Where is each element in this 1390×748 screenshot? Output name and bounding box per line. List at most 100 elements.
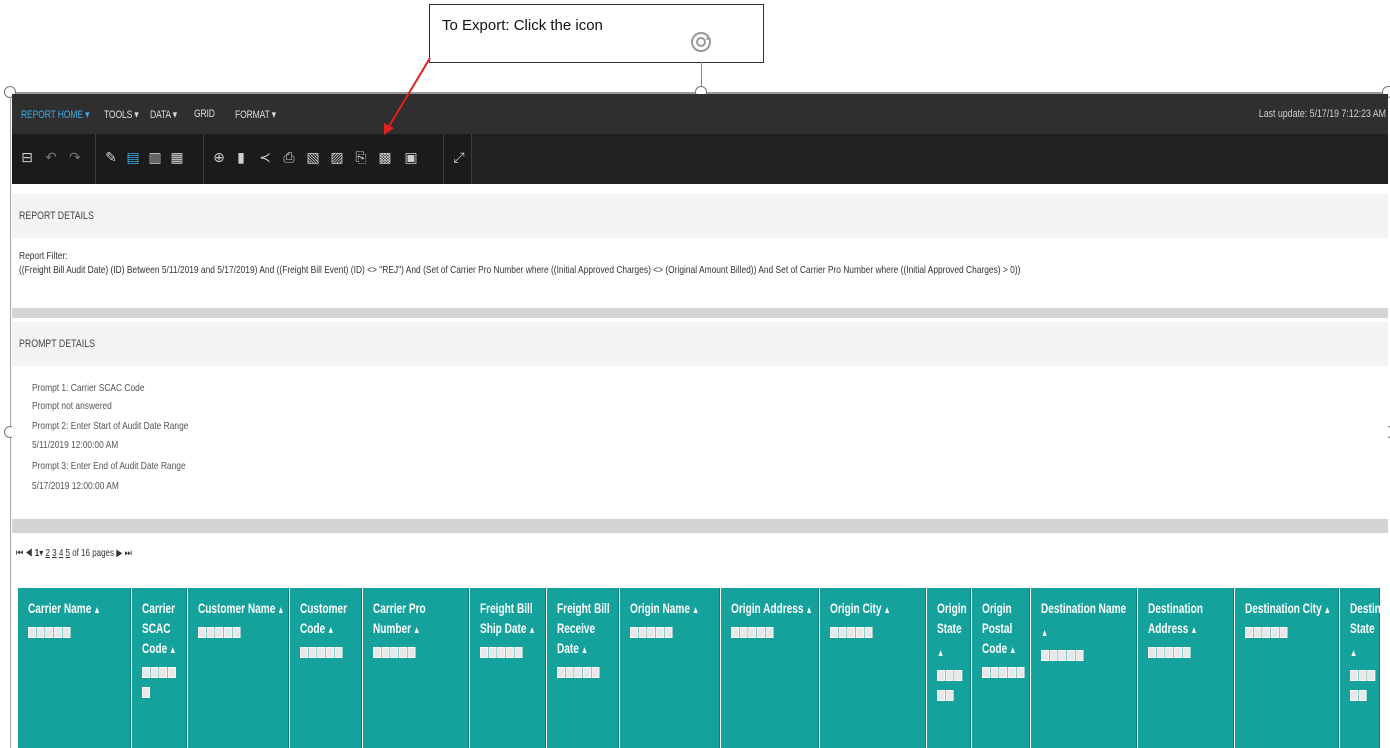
pivot-icon[interactable] bbox=[655, 626, 664, 638]
move-right-icon[interactable] bbox=[1367, 669, 1376, 681]
prompt-details-header[interactable]: PROMPT DETAILS bbox=[12, 322, 1388, 366]
filter-icon[interactable] bbox=[198, 626, 206, 638]
column-header[interactable]: Freight Bill Receive Date ▲ bbox=[547, 588, 619, 748]
pivot-icon[interactable] bbox=[756, 626, 765, 638]
sort-icon[interactable]: ▲ bbox=[411, 625, 420, 636]
sort-icon[interactable]: ▲ bbox=[325, 625, 334, 636]
column-header[interactable]: Customer Name ▲ bbox=[188, 588, 289, 748]
sort-icon[interactable]: ▲ bbox=[690, 605, 699, 616]
move-left-icon[interactable] bbox=[1049, 649, 1058, 661]
sort-icon[interactable]: ▲ bbox=[167, 645, 176, 656]
chart-view-icon[interactable]: ▥ bbox=[148, 149, 162, 167]
remove-icon[interactable] bbox=[62, 626, 71, 638]
first-page-icon[interactable]: ⏮ bbox=[16, 548, 23, 559]
grid-view-icon[interactable]: ▤ bbox=[126, 149, 140, 167]
move-right-icon[interactable] bbox=[45, 626, 54, 638]
column-header[interactable]: Destination Name ▲ bbox=[1031, 588, 1137, 748]
filter-icon[interactable] bbox=[1350, 669, 1358, 681]
column-header[interactable]: Freight Bill Ship Date ▲ bbox=[470, 588, 546, 748]
current-page[interactable]: 1 bbox=[35, 548, 39, 559]
remove-icon[interactable] bbox=[1358, 689, 1367, 701]
move-right-icon[interactable] bbox=[497, 646, 506, 658]
sort-icon[interactable]: ▲ bbox=[579, 645, 588, 656]
filter-icon[interactable] bbox=[731, 626, 739, 638]
pivot-icon[interactable] bbox=[53, 626, 62, 638]
remove-icon[interactable] bbox=[1075, 649, 1084, 661]
menu-format[interactable]: FORMAT ▾ bbox=[235, 108, 276, 121]
move-right-icon[interactable] bbox=[1262, 626, 1271, 638]
sort-icon[interactable]: ▲ bbox=[803, 605, 812, 616]
column-header[interactable]: Destination State ▲ bbox=[1340, 588, 1388, 748]
column-header[interactable]: Carrier SCAC Code ▲ bbox=[132, 588, 187, 748]
page-link[interactable]: 2 bbox=[45, 548, 49, 559]
remove-icon[interactable] bbox=[232, 626, 241, 638]
move-left-icon[interactable] bbox=[838, 626, 847, 638]
move-right-icon[interactable] bbox=[215, 626, 224, 638]
remove-icon[interactable] bbox=[514, 646, 523, 658]
move-right-icon[interactable] bbox=[390, 646, 399, 658]
sort-icon[interactable]: ▲ bbox=[1041, 628, 1048, 639]
move-left-icon[interactable] bbox=[381, 646, 390, 658]
filter-icon[interactable] bbox=[28, 626, 36, 638]
filter-icon[interactable] bbox=[480, 646, 488, 658]
move-left-icon[interactable] bbox=[308, 646, 317, 658]
filter-icon[interactable] bbox=[1245, 626, 1253, 638]
sort-icon[interactable]: ▲ bbox=[937, 648, 944, 659]
bookmark-icon[interactable]: ▮ bbox=[234, 149, 248, 167]
export-html-icon[interactable]: ▣ bbox=[404, 149, 418, 167]
pivot-icon[interactable] bbox=[1066, 649, 1075, 661]
remove-icon[interactable] bbox=[1279, 626, 1288, 638]
filter-icon[interactable] bbox=[830, 626, 838, 638]
print-icon[interactable]: ⎙ bbox=[282, 149, 296, 167]
sort-icon[interactable]: ▲ bbox=[526, 625, 535, 636]
remove-icon[interactable] bbox=[1016, 666, 1025, 678]
sort-icon[interactable]: ▲ bbox=[275, 605, 284, 616]
filter-icon[interactable] bbox=[630, 626, 638, 638]
move-left-icon[interactable] bbox=[206, 626, 215, 638]
move-left-icon[interactable] bbox=[638, 626, 647, 638]
remove-icon[interactable] bbox=[1182, 646, 1191, 658]
sort-icon[interactable]: ▲ bbox=[882, 605, 891, 616]
pivot-icon[interactable] bbox=[1350, 689, 1358, 701]
add-data-icon[interactable]: ⊕ bbox=[212, 149, 226, 167]
column-header[interactable]: Carrier Name ▲ bbox=[18, 588, 131, 748]
pivot-icon[interactable] bbox=[1173, 646, 1182, 658]
column-header[interactable]: Origin Postal Code ▲ bbox=[972, 588, 1030, 748]
move-right-icon[interactable] bbox=[847, 626, 856, 638]
filter-icon[interactable] bbox=[1041, 649, 1049, 661]
remove-icon[interactable] bbox=[142, 686, 150, 698]
page-link[interactable]: 4 bbox=[59, 548, 63, 559]
move-left-icon[interactable] bbox=[990, 666, 999, 678]
page-link[interactable]: 5 bbox=[66, 548, 70, 559]
move-right-icon[interactable] bbox=[647, 626, 656, 638]
move-left-icon[interactable] bbox=[565, 666, 574, 678]
sort-icon[interactable]: ▲ bbox=[91, 605, 100, 616]
remove-icon[interactable] bbox=[765, 626, 774, 638]
move-right-icon[interactable] bbox=[1058, 649, 1067, 661]
move-right-icon[interactable] bbox=[317, 646, 326, 658]
move-left-icon[interactable] bbox=[1358, 669, 1367, 681]
last-page-icon[interactable]: ⏭ bbox=[125, 548, 132, 559]
column-header[interactable]: Customer Code ▲ bbox=[290, 588, 362, 748]
pivot-icon[interactable] bbox=[937, 689, 945, 701]
column-header[interactable]: Origin City ▲ bbox=[820, 588, 926, 748]
column-header[interactable]: Origin Address ▲ bbox=[721, 588, 819, 748]
pivot-icon[interactable] bbox=[167, 666, 176, 678]
remove-icon[interactable] bbox=[334, 646, 343, 658]
column-header[interactable]: Origin Name ▲ bbox=[620, 588, 720, 748]
menu-data[interactable]: DATA ▾ bbox=[150, 108, 177, 121]
filter-icon[interactable] bbox=[373, 646, 381, 658]
sort-icon[interactable]: ▲ bbox=[1007, 645, 1016, 656]
column-header[interactable]: Destination City ▲ bbox=[1235, 588, 1339, 748]
move-right-icon[interactable] bbox=[574, 666, 583, 678]
save-icon[interactable]: ⊟ bbox=[20, 149, 34, 167]
export-pdf-icon[interactable]: ▧ bbox=[306, 149, 320, 167]
report-details-header[interactable]: REPORT DETAILS bbox=[12, 194, 1388, 238]
move-left-icon[interactable] bbox=[150, 666, 159, 678]
column-header[interactable]: Destination Address ▲ bbox=[1138, 588, 1234, 748]
grid-chart-icon[interactable]: ▦ bbox=[170, 149, 184, 167]
pivot-icon[interactable] bbox=[325, 646, 334, 658]
move-left-icon[interactable] bbox=[36, 626, 45, 638]
move-right-icon[interactable] bbox=[954, 669, 963, 681]
remove-icon[interactable] bbox=[407, 646, 416, 658]
